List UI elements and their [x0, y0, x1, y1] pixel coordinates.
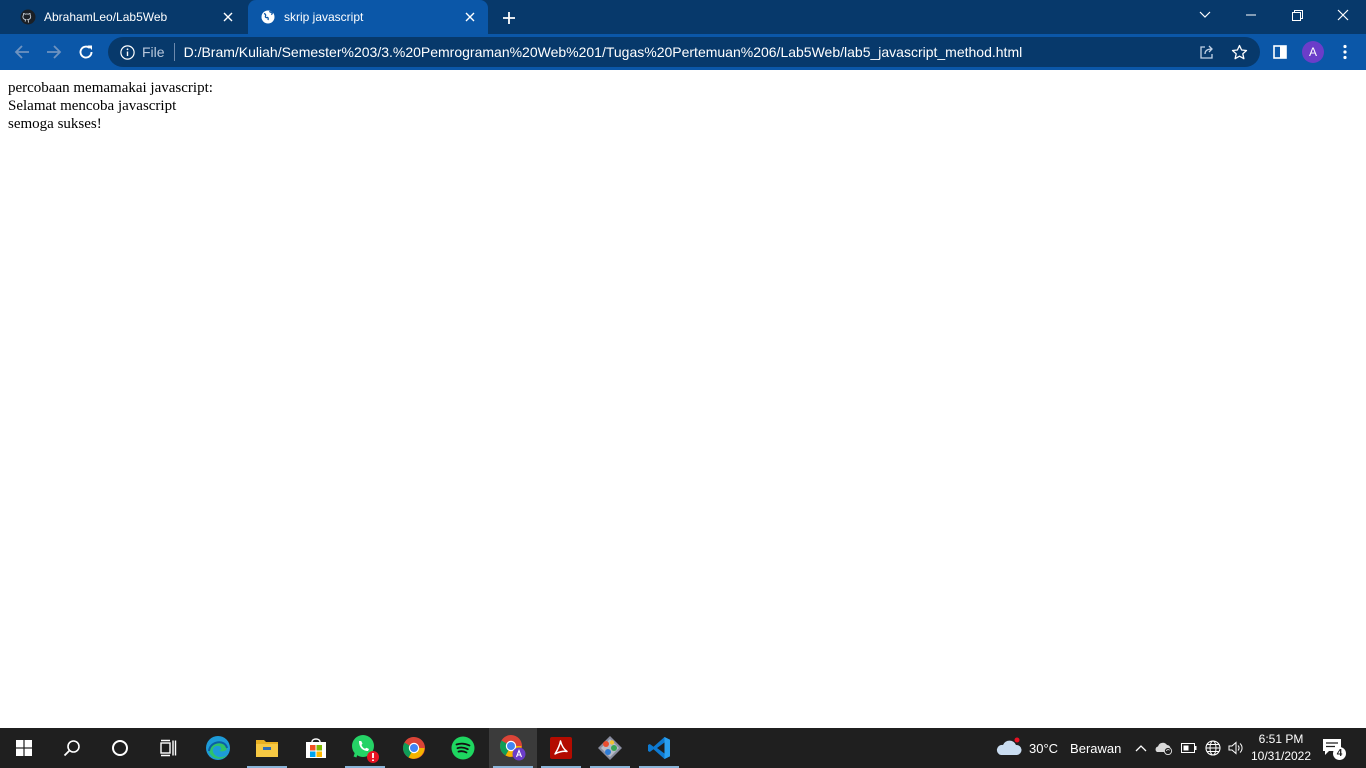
profile-initial: A — [1308, 45, 1317, 59]
restore-icon[interactable] — [1274, 0, 1320, 30]
address-scheme-label: File — [142, 44, 165, 60]
onedrive-sync-icon[interactable] — [1155, 739, 1173, 757]
search-icon[interactable] — [48, 728, 96, 768]
page-viewport: percobaan memamakai javascript: Selamat … — [0, 70, 1366, 728]
bookmark-star-icon[interactable] — [1230, 43, 1248, 61]
cloudy-weather-icon — [995, 737, 1023, 760]
minimize-icon[interactable] — [1228, 0, 1274, 30]
plus-icon[interactable] — [498, 7, 520, 29]
page-line: percobaan memamakai javascript: — [8, 80, 213, 96]
page-line: Selamat mencoba javascript — [8, 98, 177, 114]
windows-taskbar: 30°C Berawan 6:51 PM 10/31/2022 4 — [0, 728, 1366, 768]
acrobat-icon[interactable] — [537, 728, 585, 768]
github-icon — [20, 9, 36, 25]
windows-start-icon[interactable] — [0, 728, 48, 768]
globe-icon — [260, 9, 276, 25]
vscode-icon[interactable] — [635, 728, 683, 768]
whatsapp-icon[interactable] — [341, 728, 389, 768]
system-clock[interactable]: 6:51 PM 10/31/2022 — [1246, 731, 1316, 765]
weather-widget[interactable]: 30°C Berawan — [995, 736, 1121, 760]
microsoft-store-icon[interactable] — [292, 728, 340, 768]
edge-icon[interactable] — [194, 728, 242, 768]
browser-tab-strip: AbrahamLeo/Lab5Web skrip javascript — [0, 0, 1366, 34]
notification-center-icon[interactable]: 4 — [1322, 738, 1346, 760]
chrome-icon[interactable] — [390, 728, 438, 768]
notification-count-badge: 4 — [1333, 747, 1346, 760]
reload-icon[interactable] — [72, 38, 100, 66]
address-bar[interactable]: File D:/Bram/Kuliah/Semester%203/3.%20Pe… — [108, 37, 1260, 67]
share-icon[interactable] — [1198, 43, 1216, 61]
profile-avatar[interactable]: A — [1302, 41, 1324, 63]
network-globe-icon[interactable] — [1204, 739, 1222, 757]
more-menu-icon[interactable] — [1331, 38, 1359, 66]
address-divider — [173, 43, 175, 61]
close-icon[interactable] — [1320, 0, 1366, 30]
chevron-down-icon[interactable] — [1182, 0, 1228, 30]
address-url[interactable]: D:/Bram/Kuliah/Semester%203/3.%20Pemrogr… — [184, 44, 1023, 60]
side-panel-icon[interactable] — [1266, 38, 1294, 66]
forward-icon[interactable] — [40, 38, 68, 66]
battery-icon[interactable] — [1180, 739, 1198, 757]
clock-time: 6:51 PM — [1258, 732, 1304, 746]
tab-skrip-javascript[interactable]: skrip javascript — [248, 0, 488, 34]
tab-title: AbrahamLeo/Lab5Web — [44, 10, 168, 24]
chrome-profile-icon[interactable] — [489, 728, 537, 768]
weather-condition: Berawan — [1070, 740, 1122, 756]
page-line: semoga sukses! — [8, 116, 102, 132]
spotify-icon[interactable] — [439, 728, 487, 768]
task-view-icon[interactable] — [144, 728, 192, 768]
back-icon[interactable] — [8, 38, 36, 66]
close-tab-icon[interactable] — [462, 9, 478, 25]
git-icon[interactable] — [586, 728, 634, 768]
page-text-block: percobaan memamakai javascript: Selamat … — [8, 79, 213, 133]
clock-date: 10/31/2022 — [1250, 749, 1312, 763]
weather-temperature: 30°C — [1029, 740, 1059, 756]
volume-icon[interactable] — [1227, 739, 1245, 757]
browser-toolbar: File D:/Bram/Kuliah/Semester%203/3.%20Pe… — [0, 34, 1366, 70]
chevron-up-icon[interactable] — [1132, 739, 1150, 757]
tab-title: skrip javascript — [284, 10, 364, 24]
tab-github-repo[interactable]: AbrahamLeo/Lab5Web — [8, 0, 246, 34]
info-icon[interactable] — [119, 44, 135, 60]
cortana-icon[interactable] — [96, 728, 144, 768]
close-tab-icon[interactable] — [220, 9, 236, 25]
file-explorer-icon[interactable] — [243, 728, 291, 768]
